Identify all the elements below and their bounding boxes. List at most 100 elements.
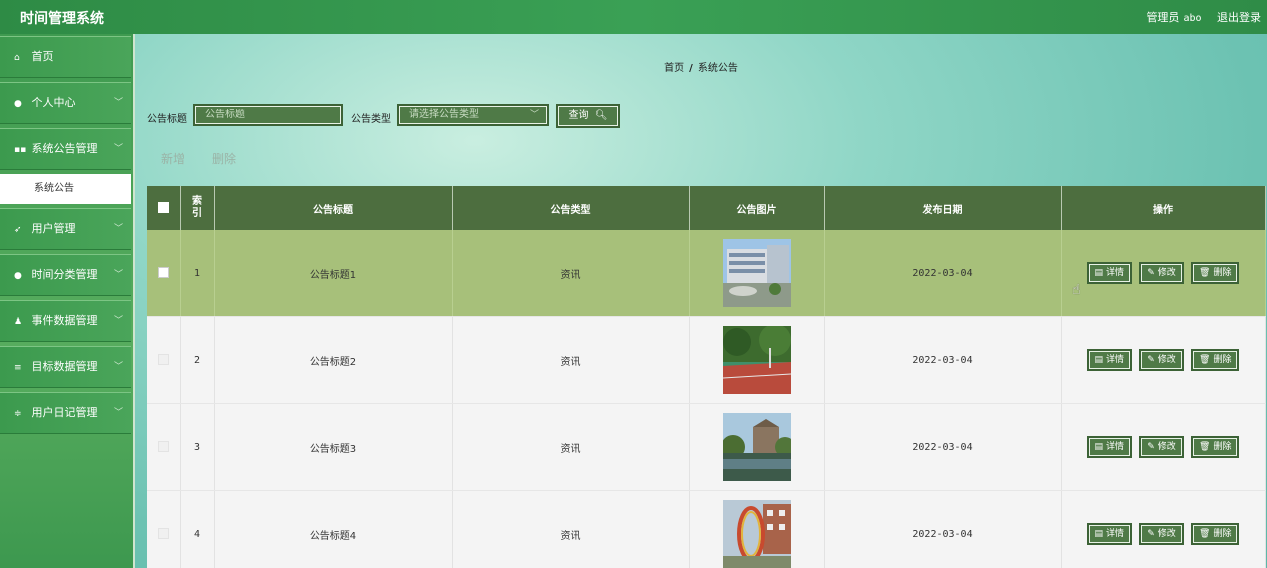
breadcrumb-home[interactable]: 首页 (664, 63, 684, 74)
list-icon: ≡ (14, 363, 22, 373)
detail-button[interactable]: ▤ 详情 (1086, 349, 1133, 371)
row-ops: ▤ 详情 ✎ 修改 🗑︎ 删除 (1061, 316, 1266, 404)
row-checkbox[interactable] (157, 354, 169, 366)
detail-button[interactable]: ▤ 详情 (1086, 436, 1133, 458)
sidebar-item-profile[interactable]: ● 个人中心 ﹀ (0, 82, 131, 124)
sliders-icon: ≑ (14, 409, 22, 419)
row-checkbox[interactable] (157, 528, 169, 540)
row-date: 2022-03-04 (824, 490, 1062, 568)
sidebar-item-diary[interactable]: ≑ 用户日记管理 ﹀ (0, 392, 131, 434)
type-select[interactable]: 请选择公告类型 ﹀ (397, 104, 549, 126)
breadcrumb: 首页 / 系统公告 (135, 59, 1267, 74)
main-content: 首页/系统公告 公告标题 公告类型 请选择公告类型 ﹀ 查询 🔍︎ 新增 删除 … (135, 34, 1267, 568)
trash-icon: 🗑︎ (1199, 529, 1211, 539)
notice-thumbnail (722, 326, 791, 394)
sidebar-item-label: 用户日记管理 (31, 406, 98, 419)
chevron-down-icon: ﹀ (113, 270, 123, 280)
delete-button[interactable]: 🗑︎ 删除 (1191, 436, 1240, 458)
table-row[interactable]: 4 公告标题4 资讯 2022-03-04 ▤ 详情 ✎ 修改 🗑︎ 删除 (147, 490, 1266, 568)
document-icon: ▤ (1094, 529, 1104, 539)
sidebar-item-notice-mgmt[interactable]: ▪▪ 系统公告管理 ﹀ (0, 128, 131, 170)
table-row[interactable]: 2 公告标题2 资讯 2022-03-04 ▤ 详情 ✎ 修改 🗑︎ 删除 (147, 316, 1266, 404)
sidebar-item-label: 首页 (31, 50, 54, 63)
pencil-icon: ✎ (1147, 355, 1155, 365)
table-row[interactable]: 1 公告标题1 资讯 2022-03-04 ▤ 详情 ✎ 修改 🗑︎ 删除 (147, 230, 1266, 317)
chevron-down-icon: ﹀ (529, 110, 539, 120)
sidebar-item-home[interactable]: ⌂ 首页 (0, 36, 131, 78)
sidebar-item-label: 事件数据管理 (31, 314, 98, 327)
pencil-icon: ✎ (1147, 529, 1155, 539)
user-name: abo (1183, 13, 1202, 24)
table-header-row: 索引 公告标题 公告类型 公告图片 发布日期 操作 (147, 186, 1266, 230)
sidebar-subitem-notice[interactable]: 系统公告 (0, 174, 131, 204)
batch-delete-button[interactable]: 删除 (212, 150, 236, 167)
person-icon: ♟ (14, 317, 23, 327)
sidebar-item-event-data[interactable]: ♟ 事件数据管理 ﹀ (0, 300, 131, 342)
edit-button[interactable]: ✎ 修改 (1139, 436, 1184, 458)
notice-table: 索引 公告标题 公告类型 公告图片 发布日期 操作 1 公告标题1 资讯 202… (147, 186, 1266, 568)
logout-link[interactable]: 退出登录 (1217, 11, 1261, 24)
row-date: 2022-03-04 (824, 403, 1062, 491)
pencil-icon: ✎ (1147, 268, 1155, 278)
sidebar-item-label: 时间分类管理 (31, 268, 98, 281)
edit-button[interactable]: ✎ 修改 (1139, 349, 1184, 371)
row-type: 资讯 (452, 490, 690, 568)
row-index: 1 (180, 230, 215, 317)
row-ops: ▤ 详情 ✎ 修改 🗑︎ 删除 (1061, 490, 1266, 568)
document-icon: ▤ (1094, 442, 1104, 452)
pencil-icon: ✎ (1147, 442, 1155, 452)
header-select-all[interactable] (147, 186, 181, 230)
query-button[interactable]: 查询 🔍︎ (556, 104, 620, 128)
row-date: 2022-03-04 (824, 316, 1062, 404)
user-role: 管理员 (1146, 11, 1180, 24)
trash-icon: 🗑︎ (1199, 355, 1211, 365)
hand-cursor-icon: ☝ (1072, 282, 1081, 298)
type-select-placeholder: 请选择公告类型 (409, 109, 479, 120)
chevron-down-icon: ﹀ (113, 224, 123, 234)
header-date: 发布日期 (824, 186, 1062, 230)
edit-button[interactable]: ✎ 修改 (1139, 523, 1184, 545)
trash-icon: 🗑︎ (1199, 442, 1211, 452)
header-image: 公告图片 (689, 186, 825, 230)
title-filter-label: 公告标题 (147, 114, 187, 125)
edit-button[interactable]: ✎ 修改 (1139, 262, 1184, 284)
row-index: 3 (180, 403, 215, 491)
document-icon: ▤ (1094, 268, 1104, 278)
notice-thumbnail (722, 500, 791, 568)
query-button-label: 查询 (568, 110, 589, 121)
breadcrumb-separator: / (689, 63, 693, 74)
row-date: 2022-03-04 (824, 230, 1062, 317)
send-icon: ➶ (14, 225, 22, 235)
breadcrumb-current: 系统公告 (697, 63, 738, 74)
type-filter-label: 公告类型 (351, 114, 391, 125)
detail-button[interactable]: ▤ 详情 (1086, 262, 1133, 284)
document-icon: ▤ (1094, 355, 1104, 365)
row-title: 公告标题1 (214, 230, 453, 317)
table-row[interactable]: 3 公告标题3 资讯 2022-03-04 ▤ 详情 ✎ 修改 🗑︎ 删除 (147, 403, 1266, 491)
pin-icon: ● (14, 271, 22, 281)
delete-button[interactable]: 🗑︎ 删除 (1191, 349, 1240, 371)
user-icon: ● (14, 99, 22, 109)
delete-button[interactable]: 🗑︎ 删除 (1191, 262, 1240, 284)
sidebar-item-time-category[interactable]: ● 时间分类管理 ﹀ (0, 254, 131, 296)
sidebar-item-users[interactable]: ➶ 用户管理 ﹀ (0, 208, 131, 250)
sidebar-item-goal-data[interactable]: ≡ 目标数据管理 ﹀ (0, 346, 131, 388)
notice-thumbnail (722, 413, 791, 481)
header-ops: 操作 (1061, 186, 1266, 230)
sidebar-item-label: 目标数据管理 (31, 360, 98, 373)
add-button[interactable]: 新增 (161, 150, 185, 167)
row-index: 2 (180, 316, 215, 404)
row-checkbox[interactable] (157, 267, 169, 279)
row-title: 公告标题2 (214, 316, 453, 404)
detail-button[interactable]: ▤ 详情 (1086, 523, 1133, 545)
row-type: 资讯 (452, 230, 690, 317)
delete-button[interactable]: 🗑︎ 删除 (1191, 523, 1240, 545)
select-all-checkbox[interactable] (157, 202, 169, 214)
header-index: 索引 (180, 186, 215, 230)
row-checkbox[interactable] (157, 441, 169, 453)
row-title: 公告标题4 (214, 490, 453, 568)
title-search-input[interactable] (205, 109, 325, 120)
search-icon: 🔍︎ (591, 110, 608, 121)
title-filter-box (193, 104, 343, 126)
row-index: 4 (180, 490, 215, 568)
